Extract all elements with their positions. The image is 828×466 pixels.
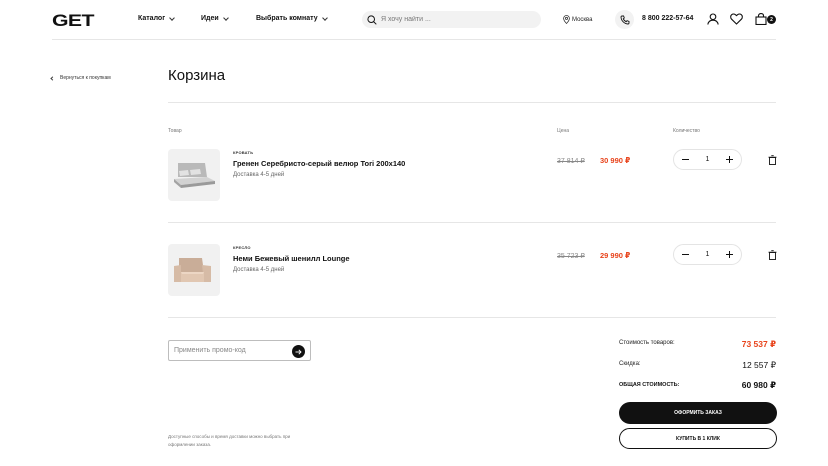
logo[interactable]: GET [52, 11, 94, 31]
quantity-stepper: 1 [673, 149, 742, 170]
one-click-buy-button[interactable]: Купить в 1 клик [619, 428, 777, 449]
location-pin-icon [563, 15, 570, 24]
call-button[interactable] [615, 10, 634, 29]
nav-choose-room-label: Выбрать комнату [256, 15, 318, 22]
nav-catalog-label: Каталог [138, 15, 166, 22]
decrease-quantity-button[interactable] [682, 158, 689, 161]
bag-icon [755, 13, 767, 25]
delivery-time: Доставка 4-5 дней [233, 267, 285, 273]
quantity-value[interactable]: 1 [706, 251, 710, 258]
old-price: 37 814 ₽ [557, 158, 585, 165]
cart-count-badge: 2 [767, 15, 776, 24]
chevron-down-icon [321, 14, 328, 21]
header-divider [52, 39, 776, 40]
search-input[interactable] [381, 16, 531, 23]
favorites-button[interactable] [729, 12, 743, 26]
product-name[interactable]: Неми Бежевый шенилл Lounge [233, 254, 350, 263]
column-header-price: Цена [557, 128, 570, 134]
chevron-down-icon [222, 14, 229, 21]
row-divider [168, 222, 776, 223]
total-cost-value: 60 980 ₽ [741, 380, 776, 390]
row-divider [168, 317, 776, 318]
phone-number[interactable]: 8 800 222-57-64 [642, 15, 693, 22]
back-label: Вернуться к покупкам [60, 75, 111, 81]
checkout-button[interactable]: Оформить заказ [619, 402, 777, 424]
chevron-left-icon [50, 75, 55, 81]
discount-label: Скидка: [619, 361, 641, 367]
product-category: Кровать [233, 150, 254, 155]
delivery-time: Доставка 4-5 дней [233, 172, 285, 178]
city-selector[interactable]: Москва [563, 15, 592, 24]
user-icon [707, 13, 719, 25]
phone-icon [620, 15, 629, 24]
back-to-shopping-link[interactable]: Вернуться к покупкам [50, 75, 111, 81]
product-image-bed[interactable] [168, 149, 220, 201]
discount-value: 12 557 ₽ [742, 360, 776, 370]
nav-ideas-label: Идеи [201, 15, 219, 22]
product-category: Кресло [233, 245, 251, 250]
decrease-quantity-button[interactable] [682, 253, 689, 256]
column-header-quantity: Количество [673, 128, 700, 134]
old-price: 35 723 ₽ [557, 253, 585, 260]
total-cost-label: Общая стоимость: [619, 382, 680, 388]
increase-quantity-button[interactable] [726, 156, 733, 163]
product-image-armchair[interactable] [168, 244, 220, 296]
delivery-note: Доступные способы и время доставки можно… [168, 434, 291, 447]
column-header-product: Товар [168, 128, 182, 134]
promo-code-input[interactable] [174, 347, 284, 354]
city-label: Москва [572, 16, 593, 23]
product-name[interactable]: Гренен Серебристо-серый велюр Tori 200x1… [233, 159, 405, 168]
chevron-down-icon [169, 14, 175, 21]
search-icon[interactable] [367, 14, 377, 25]
nav-choose-room[interactable]: Выбрать комнату [256, 14, 328, 22]
heart-icon [729, 13, 743, 25]
cart-button[interactable] [754, 12, 768, 26]
trash-icon[interactable] [768, 250, 777, 260]
goods-cost-label: Стоимость товаров: [619, 340, 675, 346]
armchair-image [174, 258, 211, 282]
arrow-right-icon [295, 348, 302, 355]
trash-icon[interactable] [768, 155, 777, 165]
promo-code-box [168, 340, 311, 361]
account-button[interactable] [706, 12, 720, 26]
current-price: 30 990 ₽ [600, 156, 631, 165]
page-title: Корзина [168, 67, 226, 84]
quantity-value[interactable]: 1 [706, 156, 710, 163]
apply-promo-button[interactable] [292, 345, 305, 358]
goods-cost-value: 73 537 ₽ [741, 339, 776, 349]
current-price: 29 990 ₽ [600, 251, 631, 260]
increase-quantity-button[interactable] [726, 251, 733, 258]
nav-catalog[interactable]: Каталог [138, 14, 175, 22]
search-bar [362, 11, 541, 28]
nav-ideas[interactable]: Идеи [201, 14, 229, 22]
quantity-stepper: 1 [673, 244, 742, 265]
title-divider [168, 102, 776, 103]
bed-image [174, 163, 215, 188]
